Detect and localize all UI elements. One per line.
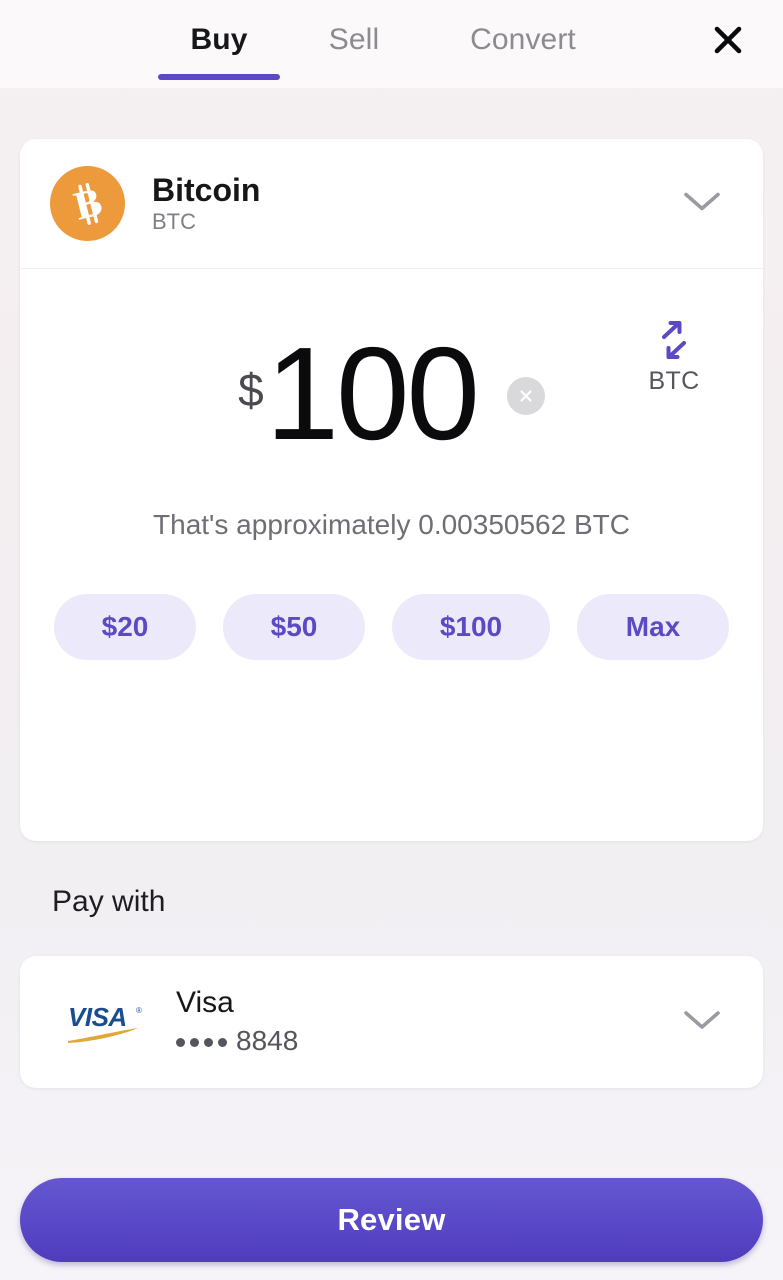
payment-last4: 8848 bbox=[236, 1024, 299, 1056]
asset-symbol: BTC bbox=[152, 209, 196, 235]
swap-currency-button[interactable]: BTC bbox=[633, 317, 715, 396]
currency-symbol: $ bbox=[238, 364, 264, 416]
tab-buy[interactable]: Buy bbox=[158, 0, 280, 80]
close-circle-icon bbox=[520, 390, 532, 402]
swap-arrows-icon bbox=[662, 321, 686, 359]
swap-unit-label: BTC bbox=[648, 367, 700, 395]
payment-brand: Visa bbox=[176, 986, 234, 1020]
quick-amount-20[interactable]: $20 bbox=[54, 594, 196, 660]
bitcoin-icon: B bbox=[50, 166, 125, 241]
svg-text:VISA: VISA bbox=[68, 1002, 127, 1032]
payment-chevron-down-icon[interactable] bbox=[681, 1007, 723, 1038]
top-tab-bar: Buy Sell Convert bbox=[0, 0, 783, 88]
payment-method-selector[interactable]: VISA ® Visa 8848 bbox=[20, 956, 763, 1088]
tab-sell-label: Sell bbox=[328, 23, 380, 56]
payment-masked-number: 8848 bbox=[176, 1025, 298, 1057]
chevron-down-icon bbox=[684, 192, 720, 210]
approx-conversion-text: That's approximately 0.00350562 BTC bbox=[153, 509, 630, 540]
quick-amount-row: $20 $50 $100 Max bbox=[20, 594, 763, 660]
asset-selector[interactable]: B Bitcoin BTC bbox=[20, 139, 763, 269]
amount-value: 100 bbox=[265, 320, 480, 467]
quick-amount-100[interactable]: $100 bbox=[392, 594, 550, 660]
payment-method-text: Visa 8848 bbox=[176, 987, 298, 1057]
quick-amount-max[interactable]: Max bbox=[577, 594, 729, 660]
clear-amount-button[interactable] bbox=[506, 377, 545, 415]
amount-input[interactable]: $ 100 bbox=[238, 320, 480, 467]
buy-crypto-screen: Buy Sell Convert B Bitcoin BTC $ 100 BTC… bbox=[0, 0, 783, 1280]
svg-text:®: ® bbox=[136, 1006, 142, 1015]
tab-convert[interactable]: Convert bbox=[428, 0, 618, 80]
amount-entry-region: $ 100 BTC That's approximately 0.0035056… bbox=[20, 269, 763, 669]
masked-dots-icon bbox=[176, 1037, 227, 1047]
tab-active-indicator bbox=[158, 74, 280, 80]
close-icon bbox=[714, 26, 742, 54]
bitcoin-glyph-icon: B bbox=[69, 178, 106, 228]
quick-amount-50[interactable]: $50 bbox=[223, 594, 365, 660]
tab-list: Buy Sell Convert bbox=[0, 0, 618, 80]
pay-with-label: Pay with bbox=[52, 885, 166, 918]
asset-chevron-down-icon[interactable] bbox=[681, 188, 723, 219]
asset-name: Bitcoin bbox=[152, 171, 261, 208]
review-button[interactable]: Review bbox=[20, 1178, 763, 1262]
asset-name-block: Bitcoin BTC bbox=[152, 173, 260, 235]
chevron-down-icon bbox=[684, 1010, 720, 1029]
visa-logo-icon: VISA ® bbox=[66, 998, 144, 1046]
tab-buy-label: Buy bbox=[190, 23, 248, 56]
close-button[interactable] bbox=[673, 0, 783, 80]
tab-sell[interactable]: Sell bbox=[280, 0, 428, 80]
buy-amount-card: B Bitcoin BTC $ 100 BTC That's approxima… bbox=[20, 139, 763, 841]
visa-logo-glyph-icon: VISA ® bbox=[68, 1002, 142, 1043]
tab-convert-label: Convert bbox=[470, 23, 576, 56]
